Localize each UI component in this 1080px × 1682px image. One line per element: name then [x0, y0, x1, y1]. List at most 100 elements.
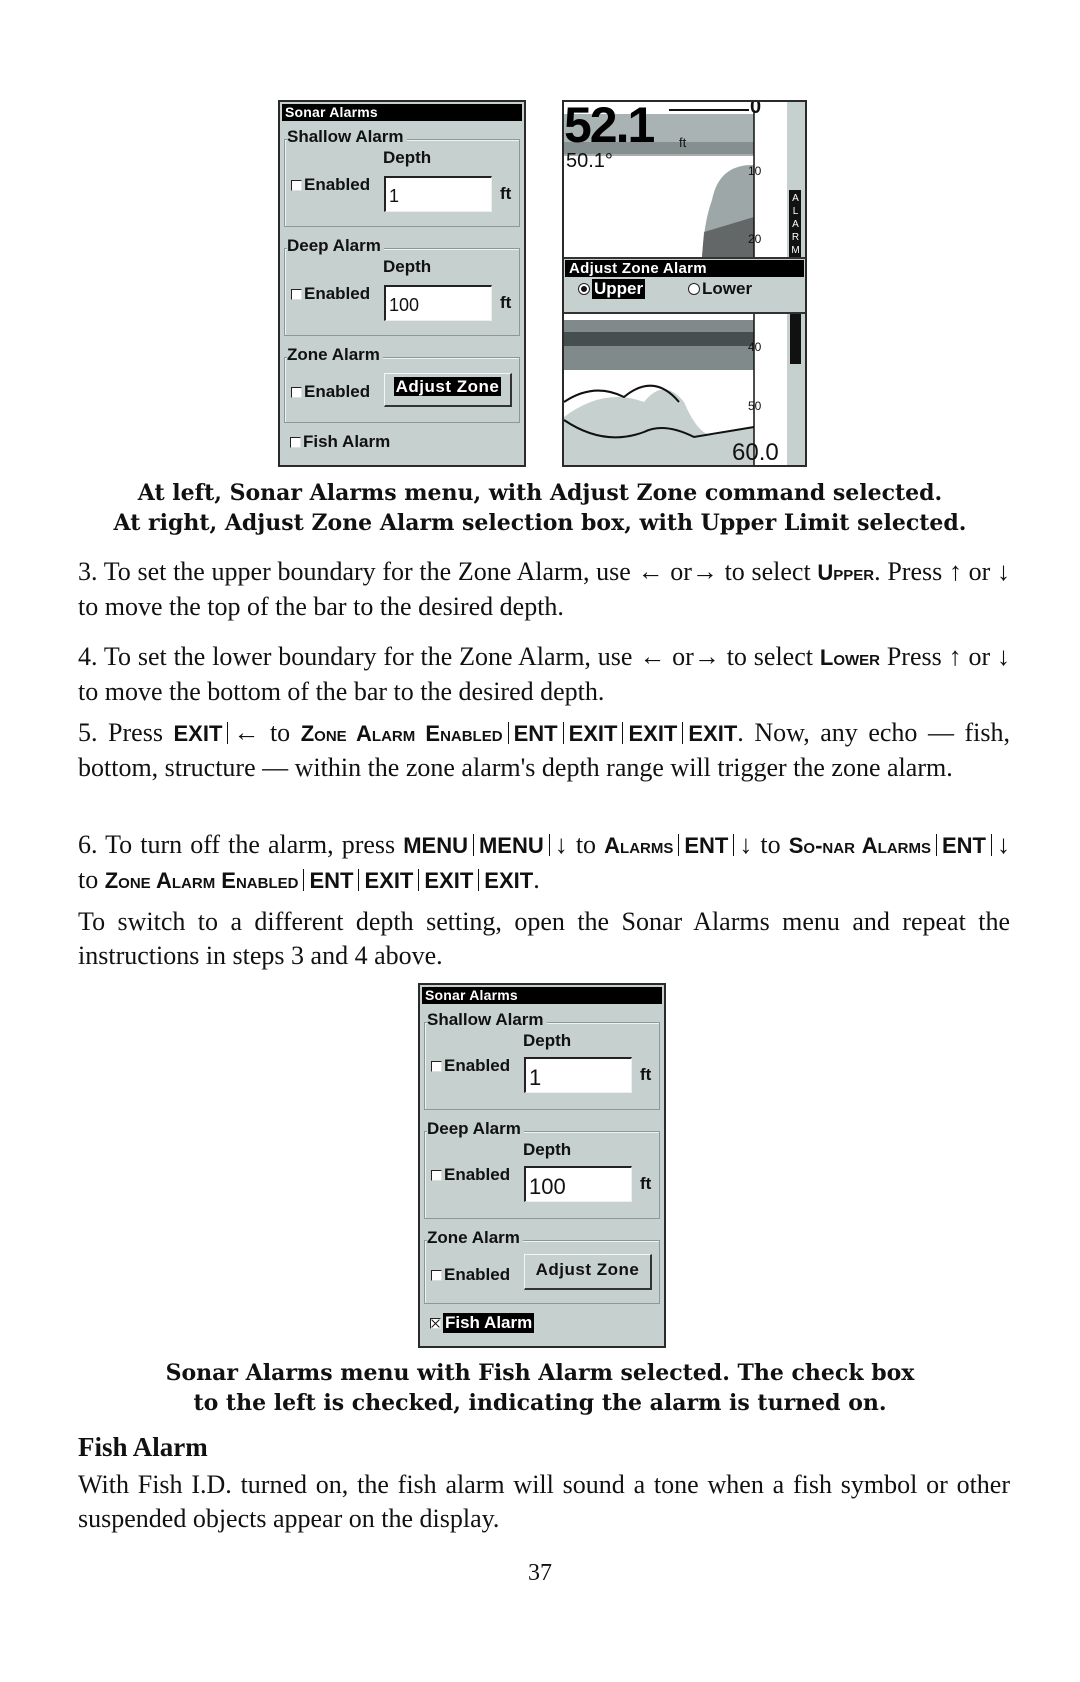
shallow-depth-input[interactable]: 1: [384, 176, 492, 212]
figure1-caption-line2: At right, Adjust Zone Alarm selection bo…: [113, 510, 967, 536]
menu-title: Sonar Alarms: [282, 104, 522, 121]
fish-alarm-label: Fish Alarm: [303, 432, 391, 451]
key-exit: EXIT: [484, 868, 534, 893]
checkbox-icon[interactable]: [431, 1269, 442, 1281]
checkbox-icon[interactable]: [431, 1060, 442, 1072]
sonar-alarms-menu-1: Sonar Alarms Shallow Alarm Depth Enabled…: [278, 100, 526, 467]
unit-label: ft: [500, 293, 512, 312]
enabled-label: Enabled: [304, 284, 371, 303]
period: .: [533, 865, 540, 894]
depth-label: Depth: [383, 148, 432, 167]
left-arrow-icon: ←: [233, 718, 260, 747]
figure2-caption-line1: Sonar Alarms menu with Fish Alarm select…: [165, 1360, 915, 1386]
deep-depth-input[interactable]: 100: [384, 285, 492, 321]
shallow-enabled-checkbox[interactable]: Enabled: [431, 1056, 510, 1076]
unit-label: ft: [640, 1065, 652, 1084]
radio-icon[interactable]: [688, 283, 700, 295]
to-text: to: [752, 830, 789, 859]
step-4: 4. To set the lower boundary for the Zon…: [78, 640, 1010, 709]
deep-alarm-group: Deep Alarm Depth Enabled 100 ft: [424, 1120, 660, 1219]
adjust-zone-button[interactable]: Adjust Zone: [384, 373, 512, 407]
unit-label: ft: [500, 184, 512, 203]
to-text: to: [259, 718, 301, 747]
lower-radio[interactable]: Lower: [688, 279, 752, 299]
separator: [358, 869, 360, 891]
shallow-alarm-label: Shallow Alarm: [287, 128, 407, 146]
step-5: 5. Press EXIT ← to Zone Alarm Enabled ENT E…: [78, 716, 1010, 785]
to-text: to: [567, 830, 605, 859]
separator: [548, 834, 550, 856]
zone-bar[interactable]: [790, 314, 801, 364]
checkbox-checked-icon[interactable]: [430, 1317, 441, 1329]
zone-enabled-checkbox[interactable]: Enabled: [291, 382, 370, 402]
separator: [733, 834, 735, 856]
fish-alarm-checkbox[interactable]: Fish Alarm: [430, 1313, 535, 1333]
range-readout: 60.0: [732, 439, 779, 466]
fish-alarm-label: Fish Alarm: [443, 1313, 535, 1333]
shallow-alarm-group: Shallow Alarm Depth Enabled 1 ft: [284, 128, 520, 227]
checkbox-icon[interactable]: [291, 179, 302, 191]
key-exit: EXIT: [688, 721, 738, 746]
radio-selected-icon[interactable]: [578, 283, 590, 295]
checkbox-icon[interactable]: [290, 436, 301, 448]
sonar-alarms-menu-2: Sonar Alarms Shallow Alarm Depth Enabled…: [418, 983, 666, 1348]
unit-label: ft: [640, 1174, 652, 1193]
adjust-zone-button[interactable]: Adjust Zone: [524, 1254, 652, 1290]
alarm-label: ALARM: [791, 193, 800, 256]
to-text: to: [78, 865, 105, 894]
section-heading: Fish Alarm: [78, 1432, 208, 1462]
shallow-alarm-label: Shallow Alarm: [427, 1011, 547, 1029]
dialog-title: Adjust Zone Alarm: [565, 260, 804, 277]
down-arrow-icon: ↓: [996, 830, 1010, 859]
shallow-depth-input[interactable]: 1: [524, 1057, 632, 1093]
key-menu: MENU: [403, 833, 468, 858]
upper-radio[interactable]: Upper: [578, 279, 646, 299]
step-3: 3. To set the upper boundary for the Zon…: [78, 555, 1010, 624]
depth-label: Depth: [523, 1031, 572, 1050]
enabled-label: Enabled: [444, 1165, 511, 1184]
zone-enabled-checkbox[interactable]: Enabled: [431, 1265, 510, 1285]
key-alarms: Alarms: [604, 833, 674, 858]
step-4-text: 4. To set the lower boundary for the Zon…: [78, 642, 813, 671]
separator: [622, 722, 624, 744]
section-body: With Fish I.D. turned on, the fish alarm…: [78, 1470, 1010, 1533]
key-menu: MENU: [478, 833, 544, 858]
zone-alarm-label: Zone Alarm: [427, 1229, 523, 1247]
deep-depth-input[interactable]: 100: [524, 1166, 632, 1202]
separator: [682, 722, 684, 744]
key-exit: EXIT: [424, 868, 474, 893]
separator: [303, 869, 305, 891]
enabled-label: Enabled: [304, 175, 371, 194]
key-ent: ENT: [513, 721, 558, 746]
echo-band-dark: [564, 332, 754, 346]
shallow-alarm-group: Shallow Alarm Depth Enabled 1 ft: [424, 1011, 660, 1110]
deep-enabled-checkbox[interactable]: Enabled: [431, 1165, 510, 1185]
temperature-readout: 50.1°: [566, 150, 613, 172]
separator: [418, 869, 420, 891]
lower-label: Lower: [702, 279, 753, 298]
separator: [472, 834, 474, 856]
fish-alarm-checkbox[interactable]: Fish Alarm: [290, 432, 390, 452]
adjust-zone-alarm-dialog: Adjust Zone Alarm Upper Lower: [564, 257, 805, 314]
deep-alarm-label: Deep Alarm: [427, 1120, 524, 1138]
checkbox-icon[interactable]: [291, 288, 302, 300]
separator: [227, 722, 229, 744]
menu-title: Sonar Alarms: [422, 987, 662, 1004]
separator: [562, 722, 564, 744]
deep-enabled-checkbox[interactable]: Enabled: [291, 284, 370, 304]
checkbox-icon[interactable]: [431, 1169, 442, 1181]
separator: [678, 834, 680, 856]
zone-alarm-group: Zone Alarm Enabled Adjust Zone: [284, 346, 520, 423]
adjust-zone-label: Adjust Zone: [393, 377, 502, 396]
separator: [935, 834, 937, 856]
down-arrow-icon: ↓: [554, 830, 568, 859]
key-zone-alarm-enabled: Zone Alarm Enabled: [104, 868, 299, 893]
shallow-enabled-checkbox[interactable]: Enabled: [291, 175, 370, 195]
enabled-label: Enabled: [444, 1265, 511, 1284]
step-3-text: 3. To set the upper boundary for the Zon…: [78, 557, 811, 586]
depth-label: Depth: [523, 1140, 572, 1159]
checkbox-icon[interactable]: [291, 386, 302, 398]
enabled-label: Enabled: [304, 382, 371, 401]
upper-label: Upper: [592, 279, 646, 299]
key-exit: EXIT: [173, 721, 223, 746]
